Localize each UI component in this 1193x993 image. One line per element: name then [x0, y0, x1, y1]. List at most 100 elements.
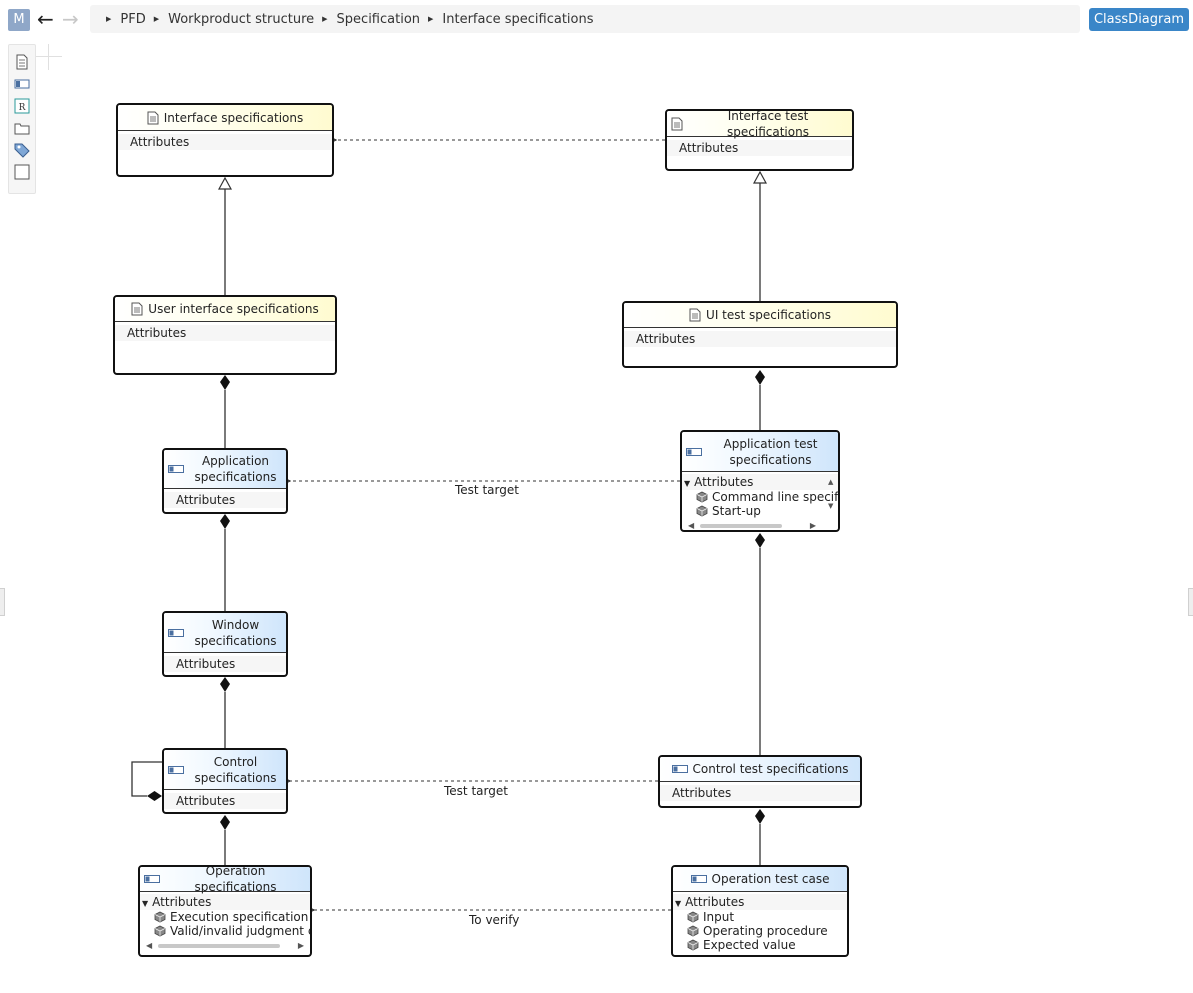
scroll-right-icon[interactable]: ▶ — [810, 521, 816, 530]
attribute-item[interactable]: Start-up — [682, 504, 838, 518]
class-title: Interface test specifications — [727, 109, 809, 139]
scroll-right-icon[interactable]: ▶ — [298, 941, 304, 950]
scrollbar-thumb[interactable] — [700, 524, 782, 528]
composition-diamond — [220, 815, 230, 830]
block-icon — [168, 465, 184, 473]
generalization-arrowhead — [217, 176, 233, 190]
composition-diamond — [755, 809, 765, 824]
document-icon — [671, 117, 683, 130]
block-icon — [686, 447, 702, 456]
class-title: Operation test case — [711, 872, 830, 886]
class-user-interface-specifications[interactable]: User interface specifications Attributes — [113, 295, 337, 375]
class-header: Interface test specifications — [667, 109, 852, 139]
scroll-down-icon[interactable]: ▼ — [828, 502, 833, 510]
document-icon — [131, 302, 143, 316]
attribute-name: Expected value — [703, 938, 796, 952]
attribute-name: Operating procedure — [703, 924, 828, 938]
block-icon — [144, 875, 160, 883]
attribute-item[interactable]: Valid/invalid judgment crite — [140, 924, 310, 938]
class-header: Interface specifications — [118, 105, 332, 131]
attributes-compartment[interactable]: ▼ Attributes — [682, 474, 838, 490]
class-interface-specifications[interactable]: Interface specifications Attributes — [116, 103, 334, 177]
class-title: Control specifications — [194, 754, 277, 785]
cube-icon — [687, 911, 699, 923]
horizontal-scrollbar[interactable]: ◀ ▶ — [140, 940, 310, 952]
class-title: Interface specifications — [163, 110, 304, 125]
cube-icon — [154, 911, 166, 923]
collapse-caret-icon[interactable]: ▼ — [142, 899, 148, 908]
class-window-specifications[interactable]: Window specifications Attributes — [162, 611, 288, 677]
class-header: Application test specifications — [682, 432, 838, 472]
class-title: Window specifications — [194, 617, 277, 648]
attributes-label: Attributes — [685, 895, 745, 909]
attributes-compartment[interactable]: Attributes — [164, 656, 286, 672]
attributes-compartment[interactable]: Attributes — [667, 140, 852, 156]
class-header: Application specifications — [164, 450, 286, 489]
class-operation-specifications[interactable]: Operation specifications ▼ Attributes Exe… — [138, 865, 312, 957]
attribute-name: Execution specification — [170, 910, 309, 924]
scroll-left-icon[interactable]: ◀ — [688, 521, 694, 530]
class-interface-test-specifications[interactable]: Interface test specifications Attributes — [665, 109, 854, 171]
horizontal-scrollbar[interactable]: ◀ ▶ — [682, 520, 838, 530]
generalization-arrowhead — [752, 170, 768, 184]
block-icon — [168, 765, 184, 774]
link-label: To verify — [469, 913, 520, 927]
class-title: Control test specifications — [692, 762, 849, 776]
composition-diamond — [147, 791, 162, 801]
attribute-item[interactable]: Command line specifi — [682, 490, 838, 504]
document-icon — [147, 111, 159, 124]
attributes-label: Attributes — [694, 475, 754, 489]
class-header: Window specifications — [164, 613, 286, 653]
class-control-test-specifications[interactable]: Control test specifications Attributes — [658, 755, 862, 808]
cube-icon — [154, 925, 166, 937]
attributes-compartment[interactable]: ▼ Attributes — [673, 894, 847, 910]
class-ui-test-specifications[interactable]: UI test specifications Attributes — [622, 301, 898, 368]
class-title: Operation specifications — [194, 865, 277, 894]
class-header: Control specifications — [164, 750, 286, 790]
scrollbar-thumb[interactable] — [158, 944, 280, 948]
attribute-item[interactable]: Input — [673, 910, 847, 924]
composition-diamond — [220, 514, 230, 529]
self-composition-link[interactable] — [131, 761, 162, 797]
cube-icon — [696, 505, 708, 517]
collapse-caret-icon[interactable]: ▼ — [684, 479, 690, 488]
attributes-compartment[interactable]: Attributes — [660, 785, 860, 801]
link-label: Test target — [455, 483, 519, 497]
scroll-up-icon[interactable]: ▲ — [828, 478, 833, 486]
attributes-compartment[interactable]: ▼ Attributes — [140, 894, 310, 910]
cube-icon — [696, 491, 708, 503]
document-icon — [689, 308, 701, 322]
class-title: UI test specifications — [706, 308, 831, 322]
attribute-name: Input — [703, 910, 735, 924]
block-icon — [690, 875, 707, 883]
class-application-specifications[interactable]: Application specifications Attributes — [162, 448, 288, 514]
class-title: Application test specifications — [723, 436, 818, 467]
attributes-label: Attributes — [152, 895, 212, 909]
class-operation-test-case[interactable]: Operation test case ▼ Attributes Input Op… — [671, 865, 849, 957]
block-icon — [168, 628, 184, 637]
attribute-item[interactable]: Execution specification — [140, 910, 310, 924]
block-icon — [671, 765, 688, 773]
class-application-test-specifications[interactable]: Application test specifications ▼ Attribu… — [680, 430, 840, 532]
class-header: Operation specifications — [140, 865, 310, 894]
composition-diamond — [755, 533, 765, 548]
attributes-compartment[interactable]: Attributes — [164, 492, 286, 508]
composition-diamond — [220, 375, 230, 390]
attributes-compartment[interactable]: Attributes — [624, 331, 896, 347]
class-control-specifications[interactable]: Control specifications Attributes — [162, 748, 288, 814]
cube-icon — [687, 925, 699, 937]
class-title: Application specifications — [194, 454, 277, 484]
attribute-item[interactable]: Expected value — [673, 938, 847, 952]
attributes-compartment[interactable]: Attributes — [118, 134, 332, 150]
collapse-caret-icon[interactable]: ▼ — [675, 899, 681, 908]
link-label: Test target — [444, 784, 508, 798]
class-title: User interface specifications — [148, 302, 319, 316]
composition-diamond — [755, 370, 765, 385]
scroll-left-icon[interactable]: ◀ — [146, 941, 152, 950]
class-header: Operation test case — [673, 867, 847, 892]
attributes-compartment[interactable]: Attributes — [164, 793, 286, 809]
attribute-name: Valid/invalid judgment crite — [170, 924, 310, 938]
class-header: UI test specifications — [624, 303, 896, 328]
attributes-compartment[interactable]: Attributes — [115, 325, 335, 341]
attribute-item[interactable]: Operating procedure — [673, 924, 847, 938]
